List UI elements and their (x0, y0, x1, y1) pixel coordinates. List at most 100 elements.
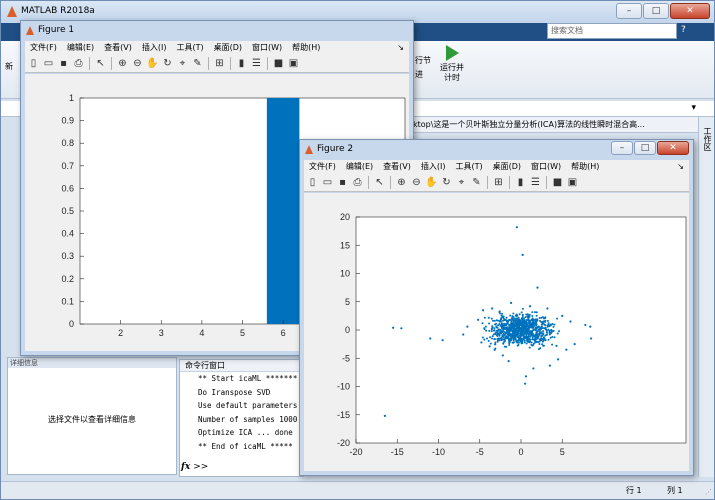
scatter-point (491, 307, 494, 310)
menu-insert[interactable]: 插入(I) (137, 41, 172, 55)
command-prompt[interactable]: fx >> (181, 462, 208, 472)
zoom-in-icon[interactable]: ⊕ (116, 57, 129, 70)
figure-2-window[interactable]: Figure 2 – □ ✕ 文件(F) 编辑(E) 查看(V) 插入(I) 工… (299, 139, 694, 476)
help-icon[interactable]: ? (681, 25, 686, 35)
scatter-chart: -20 -15 -10 -5 0 5 10 15 20 -20 -15 -10 -5 0 5 (337, 212, 687, 457)
command-window[interactable]: 命令行窗口 ** Start icaML ******* Do Iranspos… (179, 359, 304, 477)
show-plot-tools-icon[interactable]: ▣ (566, 176, 579, 189)
scatter-point (569, 320, 572, 323)
scatter-point (508, 343, 511, 346)
colorbar-icon[interactable]: ▮ (235, 57, 248, 70)
pointer-icon[interactable]: ↖ (94, 57, 107, 70)
scatter-point (551, 335, 554, 338)
pan-icon[interactable]: ✋ (425, 176, 438, 189)
hide-plot-tools-icon[interactable]: ■ (272, 57, 285, 70)
menu-desktop[interactable]: 桌面(D) (209, 41, 247, 55)
zoom-in-icon[interactable]: ⊕ (395, 176, 408, 189)
menu-file[interactable]: 文件(F) (25, 41, 62, 55)
print-icon[interactable]: ⎙ (351, 176, 364, 189)
matlab-logo-icon (7, 6, 17, 17)
scatter-point (392, 326, 395, 329)
scatter-point (557, 330, 560, 333)
scatter-point (490, 330, 493, 333)
menu-edit[interactable]: 编辑(E) (62, 41, 99, 55)
menu-tools[interactable]: 工具(T) (450, 160, 487, 174)
new-file-icon[interactable]: ▯ (27, 57, 40, 70)
resize-grip-icon[interactable]: ⋰ (705, 488, 712, 496)
minimize-button[interactable]: – (611, 141, 633, 155)
open-folder-icon[interactable]: ▭ (42, 57, 55, 70)
scatter-point (525, 337, 528, 340)
legend-icon[interactable]: ☰ (250, 57, 263, 70)
scatter-point (497, 319, 500, 322)
scatter-point (573, 343, 576, 346)
dock-arrow-icon[interactable]: ↘ (672, 160, 689, 174)
run-advance-button[interactable]: 进 (415, 69, 423, 80)
pointer-icon[interactable]: ↖ (373, 176, 386, 189)
scatter-point (488, 329, 491, 332)
brush-icon[interactable]: ✎ (470, 176, 483, 189)
brush-icon[interactable]: ✎ (191, 57, 204, 70)
command-output-line: Optimize ICA ... done (198, 428, 293, 437)
save-icon[interactable]: ▪ (57, 57, 70, 70)
menu-tools[interactable]: 工具(T) (171, 41, 208, 55)
data-cursor-icon[interactable]: ⌖ (176, 57, 189, 70)
scatter-point (529, 330, 532, 333)
maximize-button[interactable]: □ (643, 3, 669, 19)
scatter-point (499, 328, 502, 331)
rotate-icon[interactable]: ↻ (440, 176, 453, 189)
menu-view[interactable]: 查看(V) (378, 160, 416, 174)
menu-desktop[interactable]: 桌面(D) (488, 160, 526, 174)
new-script-icon[interactable]: 新 (5, 61, 21, 83)
menu-view[interactable]: 查看(V) (99, 41, 137, 55)
status-col-label: 列 (667, 486, 675, 495)
scatter-point (507, 319, 510, 322)
toolbar-separator (509, 176, 510, 189)
save-icon[interactable]: ▪ (336, 176, 349, 189)
run-and-time-button[interactable]: 运行并 计时 (437, 43, 467, 83)
maximize-button[interactable]: □ (634, 141, 656, 155)
chevron-down-icon[interactable]: ▾ (691, 103, 696, 113)
zoom-out-icon[interactable]: ⊖ (131, 57, 144, 70)
open-folder-icon[interactable]: ▭ (321, 176, 334, 189)
scatter-point (510, 320, 513, 323)
figure-title-bar[interactable]: Figure 1 (21, 21, 413, 41)
figure-menu-bar: 文件(F) 编辑(E) 查看(V) 插入(I) 工具(T) 桌面(D) 窗口(W… (25, 41, 409, 55)
menu-help[interactable]: 帮助(H) (566, 160, 604, 174)
menu-insert[interactable]: 插入(I) (416, 160, 451, 174)
menu-window[interactable]: 窗口(W) (526, 160, 566, 174)
zoom-out-icon[interactable]: ⊖ (410, 176, 423, 189)
scatter-point (512, 320, 515, 323)
menu-file[interactable]: 文件(F) (304, 160, 341, 174)
colorbar-icon[interactable]: ▮ (514, 176, 527, 189)
data-cursor-icon[interactable]: ⌖ (455, 176, 468, 189)
minimize-button[interactable]: – (616, 3, 642, 19)
scatter-point (495, 322, 498, 325)
workspace-side-tab[interactable]: 工作区 (698, 117, 714, 477)
figure-title-bar[interactable]: Figure 2 – □ ✕ (300, 140, 693, 160)
menu-window[interactable]: 窗口(W) (247, 41, 287, 55)
rotate-icon[interactable]: ↻ (161, 57, 174, 70)
scatter-point (511, 322, 514, 325)
print-icon[interactable]: ⎙ (72, 57, 85, 70)
pan-icon[interactable]: ✋ (146, 57, 159, 70)
run-section-button[interactable]: 行节 (415, 55, 431, 66)
link-icon[interactable]: ⊞ (492, 176, 505, 189)
details-header: 详细信息 (8, 358, 176, 368)
scatter-point (491, 319, 494, 322)
scatter-point (544, 317, 547, 320)
dock-arrow-icon[interactable]: ↘ (392, 41, 409, 55)
show-plot-tools-icon[interactable]: ▣ (287, 57, 300, 70)
hide-plot-tools-icon[interactable]: ■ (551, 176, 564, 189)
menu-edit[interactable]: 编辑(E) (341, 160, 378, 174)
scatter-point (557, 358, 560, 361)
search-input[interactable]: 搜索文档 (547, 23, 677, 39)
close-button[interactable]: ✕ (670, 3, 710, 19)
scatter-point (537, 328, 540, 331)
close-button[interactable]: ✕ (657, 141, 689, 155)
scatter-point (524, 382, 527, 385)
menu-help[interactable]: 帮助(H) (287, 41, 325, 55)
link-icon[interactable]: ⊞ (213, 57, 226, 70)
new-file-icon[interactable]: ▯ (306, 176, 319, 189)
legend-icon[interactable]: ☰ (529, 176, 542, 189)
